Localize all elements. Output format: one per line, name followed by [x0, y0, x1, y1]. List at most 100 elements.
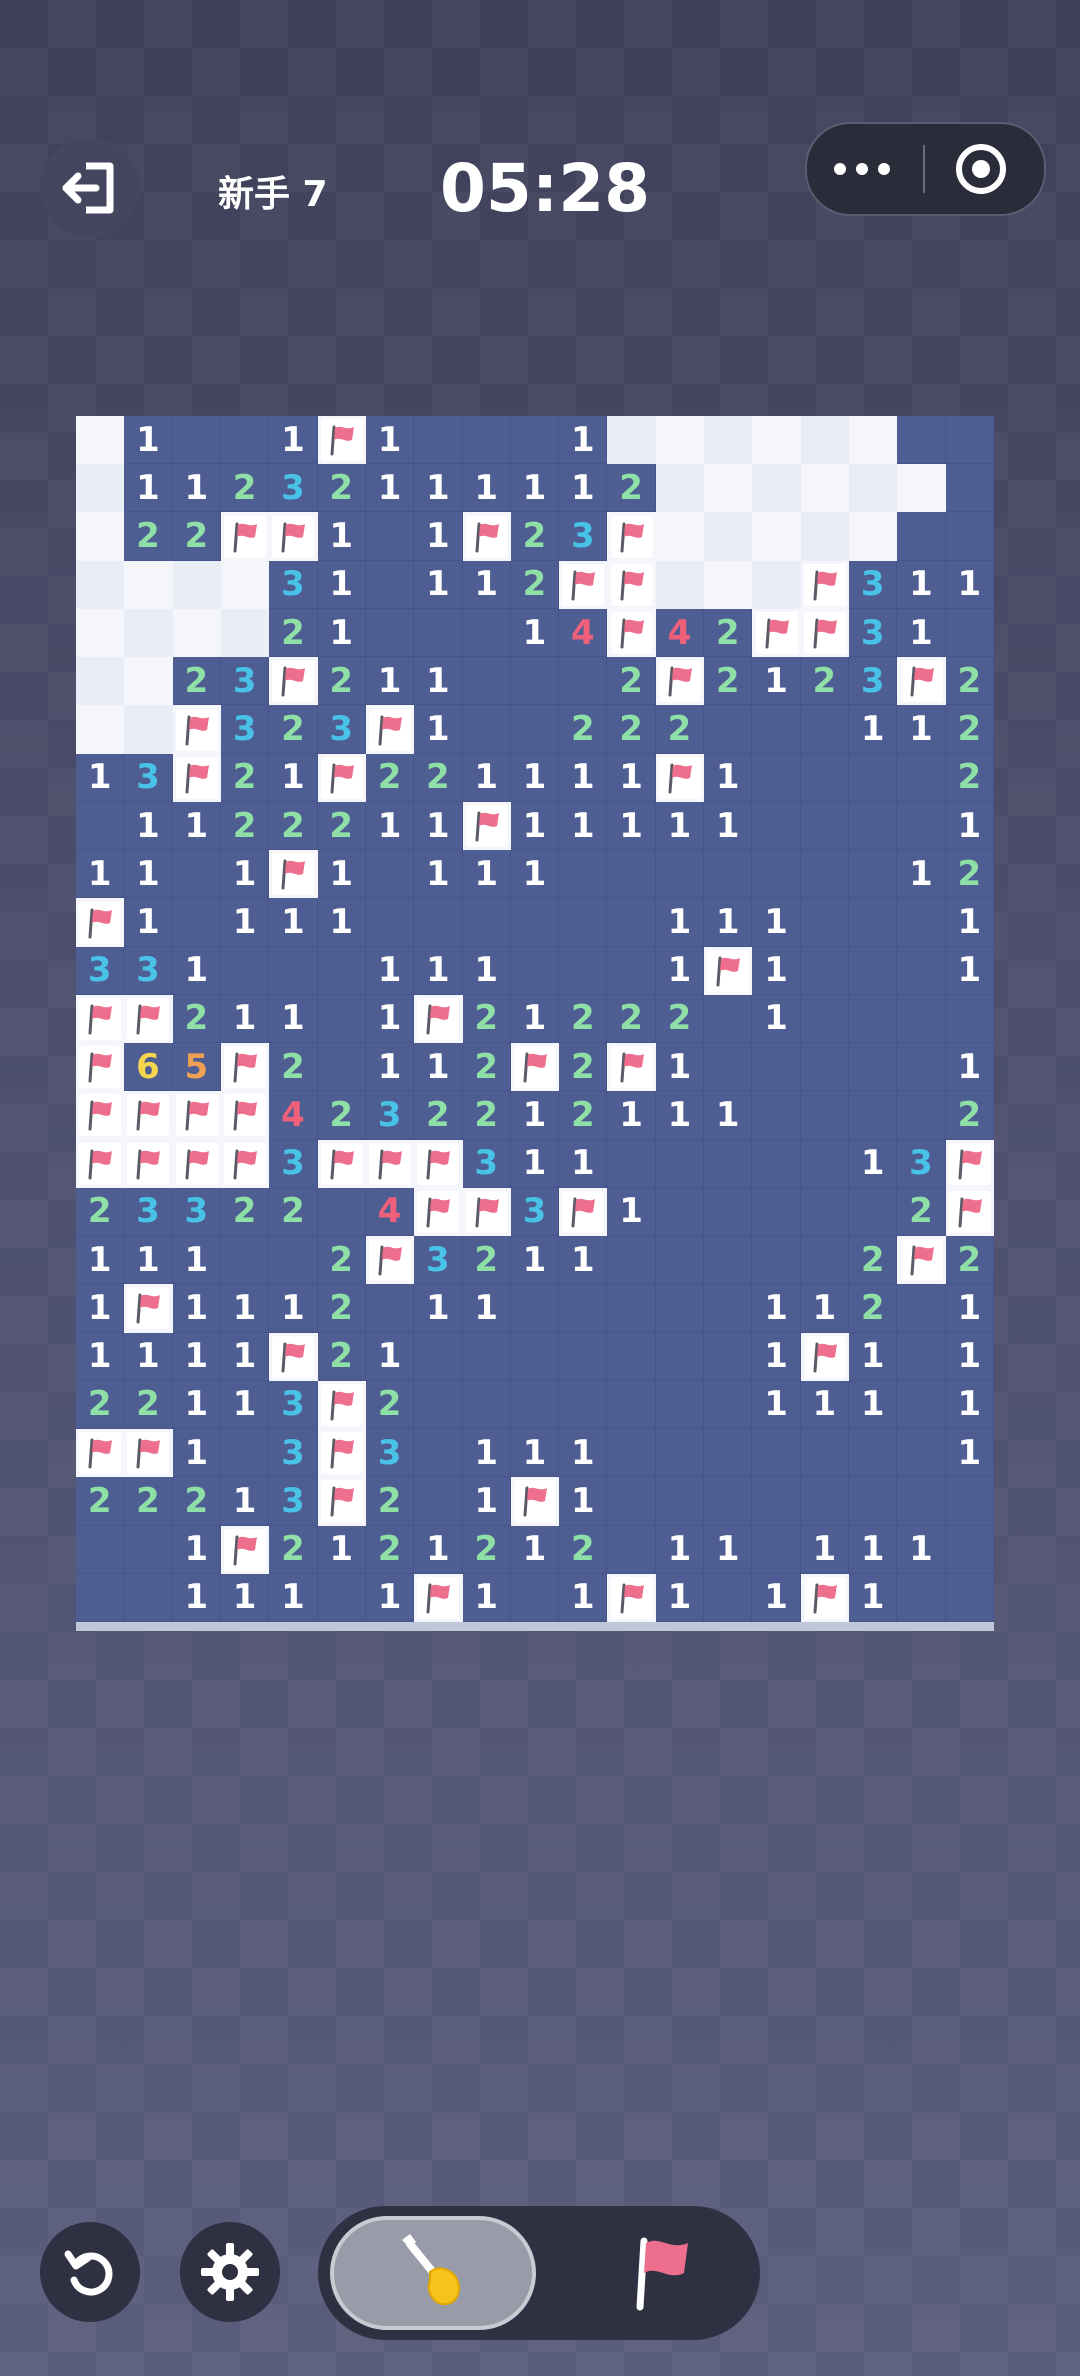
number-cell[interactable]: 1	[220, 1332, 270, 1381]
number-cell[interactable]: 1	[76, 850, 125, 899]
empty-cell[interactable]	[414, 1380, 463, 1430]
number-cell[interactable]: 2	[365, 1525, 415, 1574]
flagged-cell[interactable]	[510, 1043, 560, 1092]
empty-cell[interactable]	[414, 416, 463, 465]
empty-cell[interactable]	[897, 801, 946, 851]
covered-cell[interactable]	[800, 464, 850, 513]
empty-cell[interactable]	[462, 705, 511, 754]
number-cell[interactable]: 1	[510, 608, 560, 658]
number-cell[interactable]: 4	[269, 1091, 318, 1140]
empty-cell[interactable]	[269, 946, 318, 995]
flagged-cell[interactable]	[172, 1139, 221, 1188]
number-cell[interactable]: 1	[945, 1429, 994, 1478]
flagged-cell[interactable]	[800, 1573, 850, 1622]
number-cell[interactable]: 2	[76, 1187, 125, 1237]
number-cell[interactable]: 1	[897, 1525, 946, 1574]
empty-cell[interactable]	[800, 1139, 850, 1188]
flagged-cell[interactable]	[220, 512, 270, 561]
empty-cell[interactable]	[704, 1236, 753, 1285]
empty-cell[interactable]	[704, 850, 753, 899]
covered-cell[interactable]	[76, 608, 125, 658]
number-cell[interactable]: 1	[945, 1332, 994, 1381]
number-cell[interactable]: 1	[849, 705, 898, 754]
number-cell[interactable]: 1	[365, 464, 415, 513]
empty-cell[interactable]	[897, 1477, 946, 1526]
number-cell[interactable]: 3	[414, 1236, 463, 1285]
flagged-cell[interactable]	[220, 1139, 270, 1188]
empty-cell[interactable]	[849, 1091, 898, 1140]
empty-cell[interactable]	[945, 416, 994, 465]
empty-cell[interactable]	[607, 1284, 656, 1333]
covered-cell[interactable]	[752, 512, 801, 561]
empty-cell[interactable]	[607, 1525, 656, 1574]
number-cell[interactable]: 2	[655, 705, 705, 754]
number-cell[interactable]: 1	[124, 1236, 173, 1285]
empty-cell[interactable]	[704, 1429, 753, 1478]
number-cell[interactable]: 2	[704, 657, 753, 706]
empty-cell[interactable]	[752, 705, 801, 754]
number-cell[interactable]: 1	[752, 1380, 801, 1430]
flagged-cell[interactable]	[945, 1187, 994, 1237]
empty-cell[interactable]	[897, 994, 946, 1044]
number-cell[interactable]: 1	[317, 560, 366, 609]
number-cell[interactable]: 1	[76, 753, 125, 802]
number-cell[interactable]: 1	[76, 1236, 125, 1285]
number-cell[interactable]: 1	[559, 1139, 608, 1188]
number-cell[interactable]: 1	[317, 1525, 366, 1574]
number-cell[interactable]: 1	[462, 464, 511, 513]
empty-cell[interactable]	[704, 1573, 753, 1622]
empty-cell[interactable]	[414, 608, 463, 658]
number-cell[interactable]: 1	[220, 1477, 270, 1526]
number-cell[interactable]: 2	[414, 1091, 463, 1140]
number-cell[interactable]: 1	[559, 801, 608, 851]
empty-cell[interactable]	[800, 850, 850, 899]
empty-cell[interactable]	[945, 512, 994, 561]
empty-cell[interactable]	[317, 1043, 366, 1092]
covered-cell[interactable]	[76, 464, 125, 513]
flagged-cell[interactable]	[172, 705, 221, 754]
empty-cell[interactable]	[945, 994, 994, 1044]
number-cell[interactable]: 1	[559, 1429, 608, 1478]
number-cell[interactable]: 2	[607, 657, 656, 706]
number-cell[interactable]: 1	[510, 994, 560, 1044]
number-cell[interactable]: 2	[704, 608, 753, 658]
empty-cell[interactable]	[897, 416, 946, 465]
empty-cell[interactable]	[800, 1236, 850, 1285]
flagged-cell[interactable]	[76, 1429, 125, 1478]
covered-cell[interactable]	[752, 560, 801, 609]
empty-cell[interactable]	[752, 801, 801, 851]
empty-cell[interactable]	[317, 994, 366, 1044]
empty-cell[interactable]	[317, 1573, 366, 1622]
covered-cell[interactable]	[849, 416, 898, 465]
number-cell[interactable]: 2	[317, 1236, 366, 1285]
close-mini-program-button[interactable]	[931, 124, 1031, 214]
number-cell[interactable]: 2	[897, 1187, 946, 1237]
number-cell[interactable]: 2	[269, 608, 318, 658]
number-cell[interactable]: 1	[897, 850, 946, 899]
flagged-cell[interactable]	[124, 1091, 173, 1140]
number-cell[interactable]: 1	[510, 1139, 560, 1188]
empty-cell[interactable]	[897, 512, 946, 561]
empty-cell[interactable]	[607, 1429, 656, 1478]
covered-cell[interactable]	[752, 464, 801, 513]
empty-cell[interactable]	[510, 657, 560, 706]
number-cell[interactable]: 2	[124, 512, 173, 561]
number-cell[interactable]: 1	[655, 801, 705, 851]
flagged-cell[interactable]	[414, 1139, 463, 1188]
empty-cell[interactable]	[752, 1043, 801, 1092]
number-cell[interactable]: 1	[172, 946, 221, 995]
number-cell[interactable]: 1	[849, 1573, 898, 1622]
number-cell[interactable]: 1	[945, 1380, 994, 1430]
empty-cell[interactable]	[462, 416, 511, 465]
number-cell[interactable]: 1	[365, 416, 415, 465]
number-cell[interactable]: 1	[414, 801, 463, 851]
flagged-cell[interactable]	[76, 898, 125, 947]
empty-cell[interactable]	[849, 1043, 898, 1092]
number-cell[interactable]: 1	[655, 1573, 705, 1622]
number-cell[interactable]: 1	[462, 850, 511, 899]
number-cell[interactable]: 3	[269, 1139, 318, 1188]
number-cell[interactable]: 1	[414, 464, 463, 513]
flagged-cell[interactable]	[607, 560, 656, 609]
empty-cell[interactable]	[655, 1477, 705, 1526]
number-cell[interactable]: 1	[559, 416, 608, 465]
